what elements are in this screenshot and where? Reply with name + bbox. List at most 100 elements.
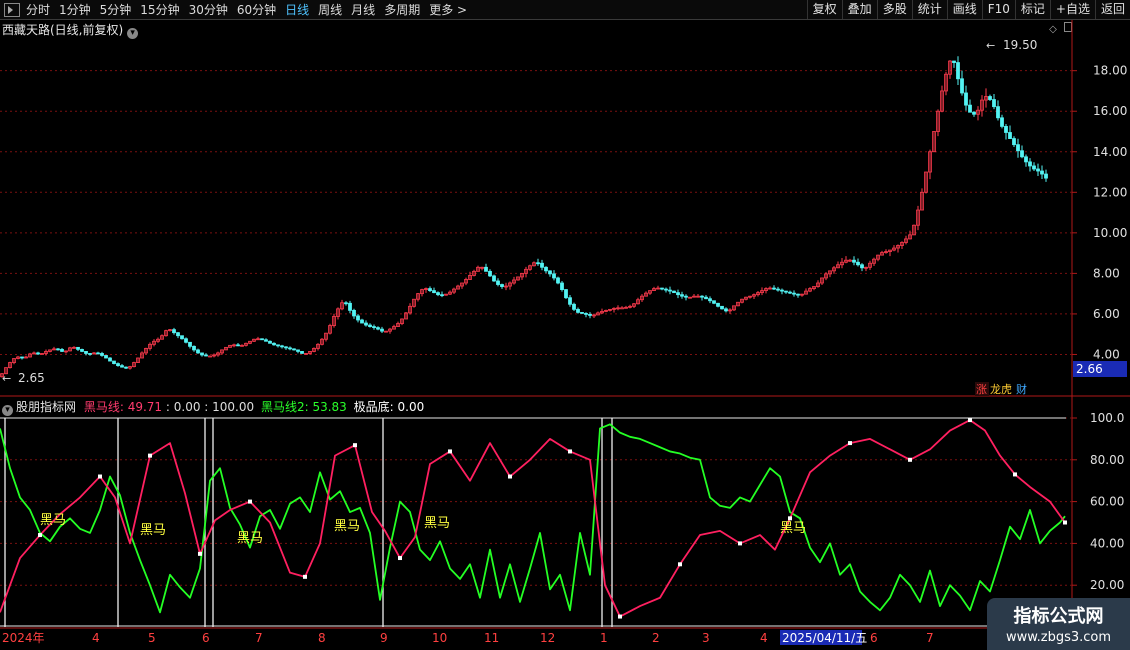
candle-body (704, 296, 708, 300)
candle-body (852, 259, 856, 263)
candle-body (684, 295, 688, 298)
candle-body (672, 290, 676, 294)
candle-body (676, 292, 680, 296)
candle-body (292, 348, 296, 351)
date-cursor-label: 2025/04/11/五 (782, 631, 867, 645)
high-price-value: 19.50 (1003, 38, 1037, 52)
heima-line2-series (0, 423, 1066, 614)
chart-canvas[interactable]: 18.00 16.00 14.00 12.00 10.00 8.00 6.00 4.00 10… (0, 0, 1130, 650)
bottom-signal-value: 极品底: 0.00 (353, 400, 425, 414)
candle-body (372, 326, 376, 329)
candle-body (36, 352, 40, 355)
time-axis-label: 7 (926, 631, 934, 645)
candle-body (428, 288, 432, 292)
heima-marker (508, 474, 512, 479)
price-axis: 18.00 16.00 14.00 12.00 10.00 8.00 6.00 4.00 (1072, 64, 1127, 361)
candle-body (1000, 117, 1004, 127)
time-axis: 2024年 4 5 6 7 8 9 10 11 12 1 2 3 4 2025/04/11/五 6 7 (2, 630, 934, 645)
heima-labels: 黑马黑马黑马黑马 黑马 黑马 (40, 513, 806, 546)
indicator-tick-label: 100.0 (1090, 411, 1124, 425)
candle-body (176, 332, 180, 337)
price-series (0, 56, 1048, 378)
candle-body (580, 311, 584, 314)
heima-marker (968, 418, 972, 423)
heima-line-series (0, 419, 1066, 618)
heima-marker (148, 453, 152, 458)
candle-body (992, 99, 996, 108)
candle-body (184, 338, 188, 343)
heima-marker (908, 457, 912, 462)
candle-body (348, 302, 352, 311)
candle-body (56, 348, 60, 351)
candle-body (260, 338, 264, 341)
candle-body (584, 313, 588, 315)
candle-body (964, 92, 968, 106)
time-axis-label: 7 (255, 631, 263, 645)
candle-body (720, 305, 724, 310)
candle-body (712, 300, 716, 304)
candle-body (568, 297, 572, 305)
indicator-name: 股朋指标网 (16, 400, 77, 414)
candle-body (172, 329, 176, 334)
heima-label: 黑马 (334, 519, 360, 534)
time-axis-label: 4 (760, 631, 768, 645)
heima-marker (248, 499, 252, 504)
candle-body (988, 96, 992, 100)
candle-body (564, 289, 568, 299)
candle-body (776, 288, 780, 291)
dragon-tiger-badge[interactable]: 龙虎 (990, 383, 1012, 396)
candle-body (1020, 150, 1024, 158)
candle-body (1004, 126, 1008, 133)
candle-body (716, 302, 720, 307)
indicator-series (0, 418, 1067, 619)
candle-body (76, 346, 80, 350)
candle-body (88, 353, 92, 355)
heima-marker (788, 516, 792, 521)
candle-body (1028, 161, 1032, 167)
heima-marker (738, 541, 742, 546)
price-tick-label: 14.00 (1093, 145, 1127, 159)
candle-body (536, 262, 540, 265)
finance-badge[interactable]: 财 (1016, 382, 1027, 396)
candle-body (492, 275, 496, 282)
indicator-axis: 100.0 80.00 60.00 40.00 20.00 (1072, 411, 1124, 592)
candle-body (280, 345, 284, 348)
low-price-value: 2.65 (18, 371, 45, 385)
candle-body (1044, 173, 1048, 179)
candle-body (784, 290, 788, 293)
rise-badge[interactable]: 涨 (976, 383, 987, 396)
current-price-value: 2.66 (1076, 362, 1103, 376)
time-axis-label: 5 (148, 631, 156, 645)
heima-marker (98, 474, 102, 479)
indicator-title-bar: ▾ 股朋指标网 黑马线: 49.71 : 0.00 : 100.00 黑马线2: … (2, 398, 424, 416)
candle-body (20, 356, 24, 359)
indicator-tick-label: 40.00 (1090, 536, 1124, 550)
heima-line2-value: 黑马线2: 53.83 (260, 400, 347, 414)
price-tick-label: 12.00 (1093, 185, 1127, 199)
heima-line-rest: : 0.00 : 100.00 (165, 400, 255, 414)
price-tick-label: 18.00 (1093, 64, 1127, 78)
candle-body (572, 303, 576, 310)
candle-body (796, 293, 800, 296)
heima-label: 黑马 (40, 513, 66, 528)
heima-line-value: 黑马线: 49.71 (83, 400, 163, 414)
candle-body (208, 355, 212, 358)
candle-body (496, 280, 500, 285)
candle-body (540, 262, 544, 268)
candle-body (112, 360, 116, 364)
candle-body (60, 348, 64, 352)
candle-body (300, 351, 304, 354)
candle-body (1012, 138, 1016, 146)
candle-body (488, 270, 492, 277)
candle-body (548, 270, 552, 275)
heima-marker (353, 443, 357, 448)
candle-body (272, 342, 276, 346)
candle-body (952, 60, 956, 63)
price-tick-label: 6.00 (1093, 307, 1120, 321)
heima-marker (568, 449, 572, 454)
candle-body (668, 289, 672, 292)
candle-body (360, 319, 364, 324)
chevron-down-icon[interactable]: ▾ (2, 405, 13, 416)
high-price-label: ← (986, 39, 995, 52)
candle-body (960, 78, 964, 94)
